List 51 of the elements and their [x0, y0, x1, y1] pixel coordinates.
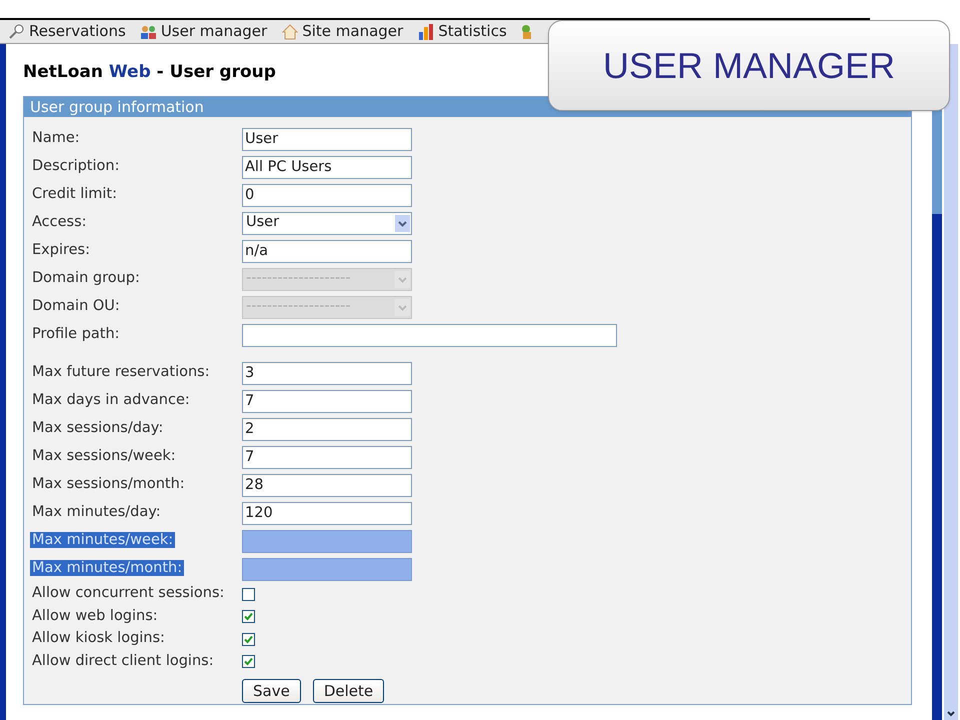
field-label: Name: [32, 130, 80, 146]
field-label: Allow kiosk logins: [32, 630, 165, 646]
field-label: Max minutes/month: [30, 560, 184, 576]
input-field[interactable]: 3 [242, 362, 412, 384]
callout-box: USER MANAGER [548, 20, 950, 111]
field-label: Access: [32, 214, 87, 230]
users-icon [140, 24, 158, 40]
menu-item[interactable]: Site manager [281, 20, 404, 43]
menu-item[interactable]: Statistics [417, 20, 507, 43]
field-label: Credit limit: [32, 186, 117, 202]
input-field[interactable]: 28 [242, 474, 412, 496]
dropdown[interactable]: User [242, 212, 412, 234]
input-field[interactable] [242, 530, 412, 552]
input-field[interactable] [242, 558, 412, 580]
checkbox[interactable] [242, 655, 255, 668]
field-label: Max minutes/week: [30, 532, 176, 548]
field-label: Profile path: [32, 326, 120, 342]
scrollbar[interactable] [944, 44, 958, 720]
menu-item[interactable]: Reservations [8, 20, 126, 43]
house-icon [281, 24, 300, 40]
field-label: Allow direct client logins: [32, 652, 214, 669]
form-button[interactable]: Save [242, 679, 301, 703]
field-label: Allow web logins: [32, 608, 158, 624]
menu-item[interactable]: User manager [140, 20, 268, 43]
field-label: Expires: [32, 242, 90, 258]
input-field[interactable]: 2 [242, 418, 412, 440]
input-field[interactable]: 120 [242, 502, 412, 524]
field-label: Description: [32, 158, 120, 174]
input-field[interactable]: 7 [242, 446, 412, 468]
field-label: Allow concurrent sessions: [32, 585, 224, 602]
field-label: Max sessions/week: [32, 448, 176, 464]
input-field[interactable]: n/a [242, 240, 412, 262]
plant-icon [520, 24, 533, 40]
input-field[interactable]: 0 [242, 184, 412, 206]
page-title: NetLoan Web - User group [23, 61, 276, 82]
input-field[interactable]: All PC Users [242, 156, 412, 178]
field-label: Domain OU: [32, 298, 120, 314]
field-label: Max sessions/month: [32, 476, 185, 492]
bar-chart-icon [417, 24, 436, 40]
input-field[interactable]: 7 [242, 390, 412, 412]
form-button[interactable]: Delete [312, 679, 384, 703]
field-label: Max future reservations: [32, 364, 210, 380]
field-label: Max minutes/day: [32, 504, 161, 520]
checkbox[interactable] [242, 632, 255, 646]
input-field[interactable]: User [242, 128, 412, 150]
field-label: Max days in advance: [32, 392, 190, 408]
checkbox[interactable] [242, 588, 255, 601]
field-label: Max sessions/day: [32, 420, 164, 436]
field-label: Domain group: [32, 270, 140, 286]
input-field[interactable] [242, 324, 617, 346]
checkbox[interactable] [242, 610, 255, 624]
